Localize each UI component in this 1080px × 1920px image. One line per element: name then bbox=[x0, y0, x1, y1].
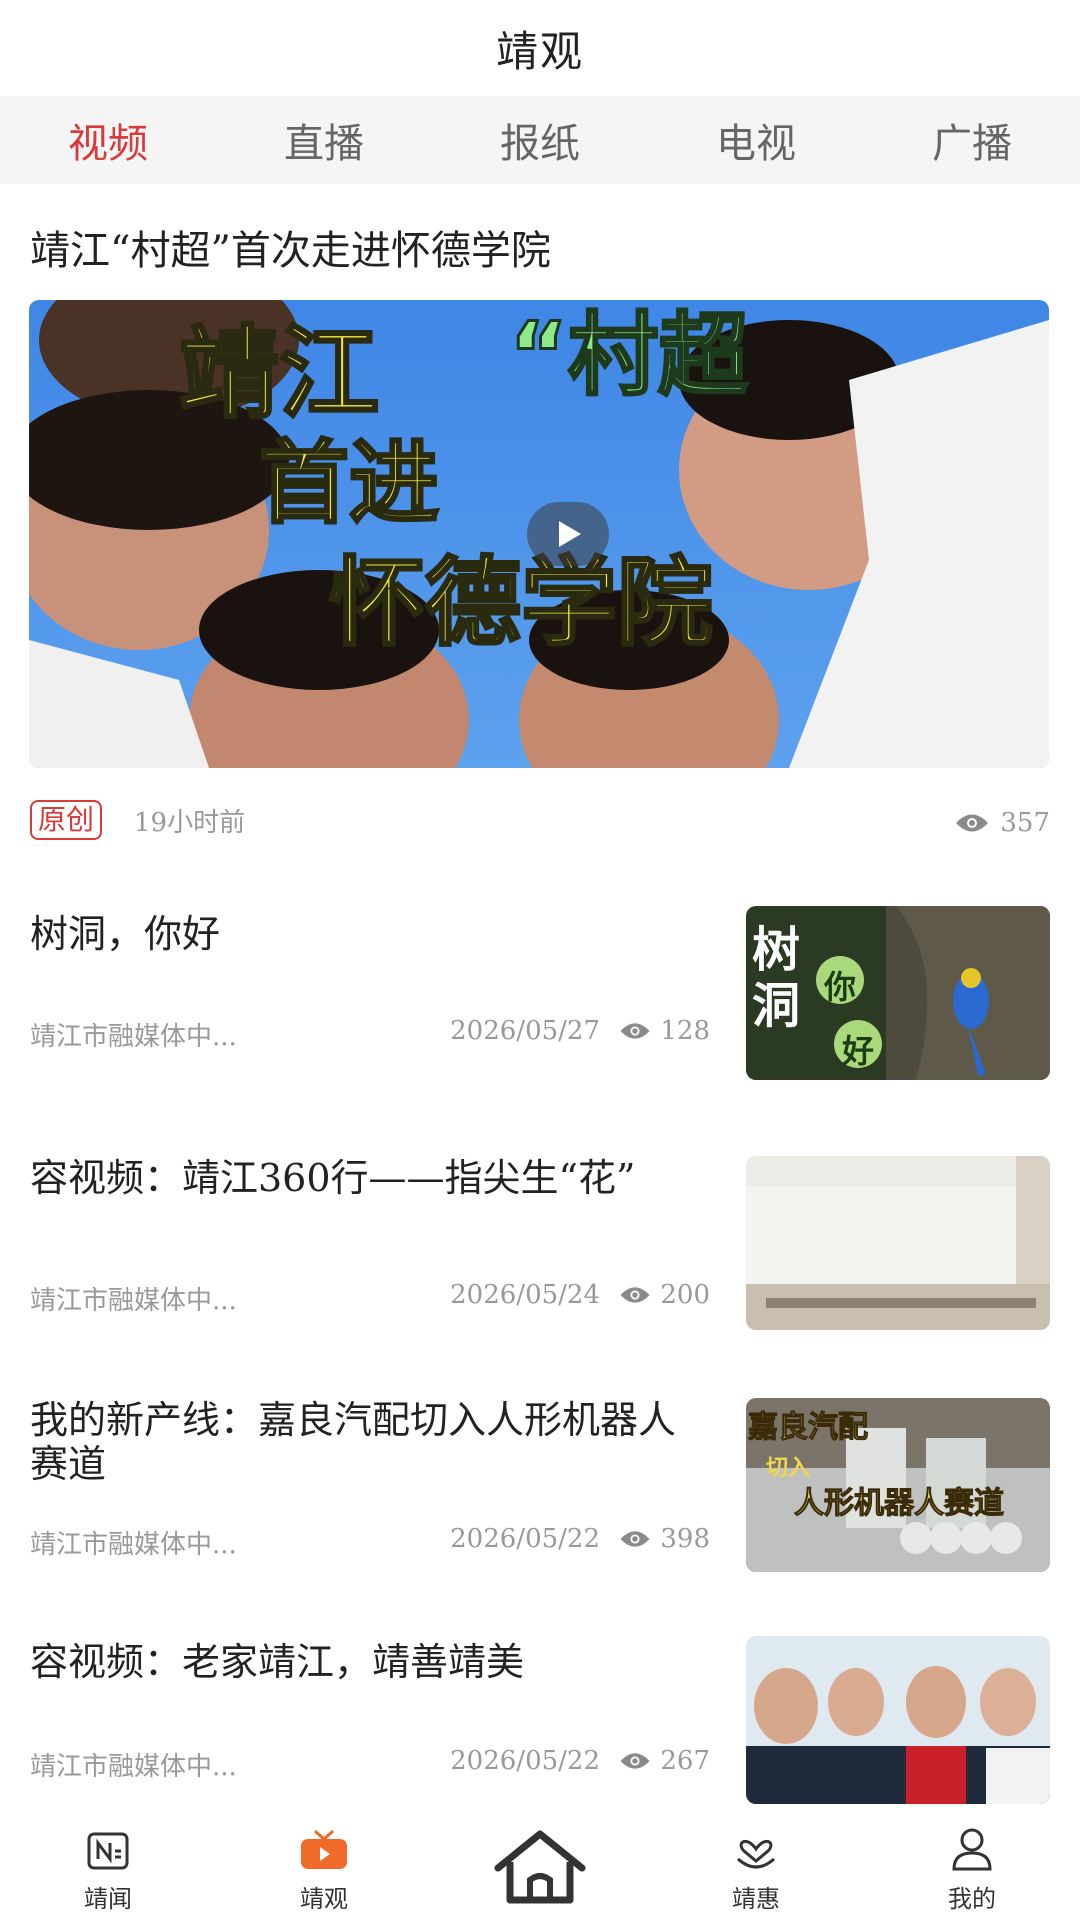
thumb-text: 人形机器人赛道 bbox=[794, 1486, 1005, 1522]
view-count: 398 bbox=[618, 1524, 710, 1554]
eye-icon bbox=[620, 1753, 650, 1769]
list-item[interactable]: 树洞，你好 靖江市融媒体中... 2026/05/27 128 树 洞 你 好 bbox=[30, 906, 1050, 1086]
thumbnail-image bbox=[746, 1156, 1050, 1330]
view-count: 267 bbox=[618, 1746, 710, 1776]
view-count-value: 398 bbox=[660, 1524, 710, 1554]
view-count-value: 200 bbox=[660, 1280, 710, 1310]
eye-icon bbox=[620, 1287, 650, 1303]
featured-image-text-2: “村超 bbox=[507, 302, 749, 410]
page-title: 靖观 bbox=[495, 26, 584, 76]
view-count-value: 267 bbox=[660, 1746, 710, 1776]
tv-icon bbox=[301, 1829, 347, 1869]
featured-video-thumbnail[interactable]: 靖江 “村超 首进 怀德学院 bbox=[29, 300, 1049, 768]
view-count-value: 128 bbox=[660, 1016, 710, 1046]
original-badge: 原创 bbox=[30, 800, 103, 840]
app-header: 靖观 bbox=[0, 0, 1080, 96]
nav-label: 靖惠 bbox=[732, 1885, 780, 1913]
featured-meta: 原创 19小时前 357 bbox=[30, 800, 1050, 840]
news-title: 容视频：老家靖江，靖善靖美 bbox=[30, 1640, 525, 1684]
tab-newspaper[interactable]: 报纸 bbox=[432, 96, 648, 184]
news-meta: 靖江市融媒体中... 2026/05/27 128 bbox=[30, 1016, 710, 1052]
news-source: 靖江市融媒体中... bbox=[30, 1530, 237, 1560]
news-title: 我的新产线：嘉良汽配切入人形机器人赛道 bbox=[30, 1398, 677, 1486]
news-date: 2026/05/22 bbox=[450, 1746, 600, 1776]
news-thumbnail[interactable] bbox=[746, 1636, 1050, 1804]
nav-label: 靖观 bbox=[300, 1885, 348, 1913]
news-title: 树洞，你好 bbox=[30, 912, 221, 956]
eye-icon bbox=[620, 1531, 650, 1547]
view-count: 200 bbox=[618, 1280, 710, 1310]
list-item[interactable]: 容视频：靖江360行——指尖生“花” 靖江市融媒体中... 2026/05/24… bbox=[30, 1156, 1050, 1336]
news-meta: 靖江市融媒体中... 2026/05/24 200 bbox=[30, 1280, 710, 1316]
time-ago: 19小时前 bbox=[134, 808, 246, 838]
news-source: 靖江市融媒体中... bbox=[30, 1286, 237, 1316]
list-item[interactable]: 我的新产线：嘉良汽配切入人形机器人赛道 靖江市融媒体中... 2026/05/2… bbox=[30, 1398, 1050, 1578]
list-item[interactable]: 容视频：老家靖江，靖善靖美 靖江市融媒体中... 2026/05/22 267 bbox=[30, 1636, 1050, 1816]
thumb-text-you: 你 bbox=[824, 968, 857, 1006]
newspaper-icon bbox=[87, 1832, 129, 1870]
news-source: 靖江市融媒体中... bbox=[30, 1022, 237, 1052]
featured-title[interactable]: 靖江“村超”首次走进怀德学院 bbox=[30, 218, 551, 276]
news-title: 容视频：靖江360行——指尖生“花” bbox=[30, 1156, 636, 1200]
news-date: 2026/05/27 bbox=[450, 1016, 600, 1046]
thumb-text: 树 洞 bbox=[752, 922, 801, 1034]
nav-jinghui[interactable]: 靖惠 bbox=[648, 1810, 864, 1920]
eye-icon bbox=[620, 1023, 650, 1039]
view-count-value: 357 bbox=[1000, 808, 1050, 838]
tab-video[interactable]: 视频 bbox=[0, 96, 216, 184]
news-meta: 靖江市融媒体中... 2026/05/22 267 bbox=[30, 1746, 710, 1782]
featured-image-text-3: 首进 bbox=[258, 430, 441, 538]
nav-mine[interactable]: 我的 bbox=[864, 1810, 1080, 1920]
thumb-text: 嘉良汽配 bbox=[748, 1410, 869, 1446]
nav-jingguan[interactable]: 靖观 bbox=[216, 1810, 432, 1920]
news-source: 靖江市融媒体中... bbox=[30, 1752, 237, 1782]
user-icon bbox=[952, 1828, 992, 1871]
tab-radio[interactable]: 广播 bbox=[864, 96, 1080, 184]
news-thumbnail[interactable]: 嘉良汽配 切入 人形机器人赛道 bbox=[746, 1398, 1050, 1572]
play-button[interactable] bbox=[527, 502, 609, 566]
news-thumbnail[interactable]: 树 洞 你 好 bbox=[746, 906, 1050, 1080]
eye-icon bbox=[956, 814, 989, 832]
thumbnail-image bbox=[746, 1636, 1050, 1804]
news-date: 2026/05/24 bbox=[450, 1280, 600, 1310]
tab-live[interactable]: 直播 bbox=[216, 96, 432, 184]
play-icon bbox=[559, 521, 581, 547]
view-count: 128 bbox=[618, 1016, 710, 1046]
nav-label: 我的 bbox=[948, 1885, 996, 1913]
tab-tv[interactable]: 电视 bbox=[648, 96, 864, 184]
view-count: 357 bbox=[954, 808, 1050, 838]
news-thumbnail[interactable] bbox=[746, 1156, 1050, 1330]
news-date: 2026/05/22 bbox=[450, 1524, 600, 1554]
nav-jingwen[interactable]: 靖闻 bbox=[0, 1810, 216, 1920]
nav-home[interactable] bbox=[432, 1810, 648, 1920]
featured-image-text-4: 怀德学院 bbox=[328, 546, 715, 661]
bottom-navigation: 靖闻 靖观 靖惠 我的 bbox=[0, 1810, 1080, 1920]
news-meta: 靖江市融媒体中... 2026/05/22 398 bbox=[30, 1524, 710, 1560]
home-icon bbox=[494, 1830, 586, 1904]
heart-hand-icon bbox=[737, 1839, 775, 1869]
thumb-text-hao: 好 bbox=[842, 1032, 875, 1070]
nav-label: 靖闻 bbox=[84, 1885, 132, 1913]
category-tabs: 视频 直播 报纸 电视 广播 bbox=[0, 96, 1080, 184]
